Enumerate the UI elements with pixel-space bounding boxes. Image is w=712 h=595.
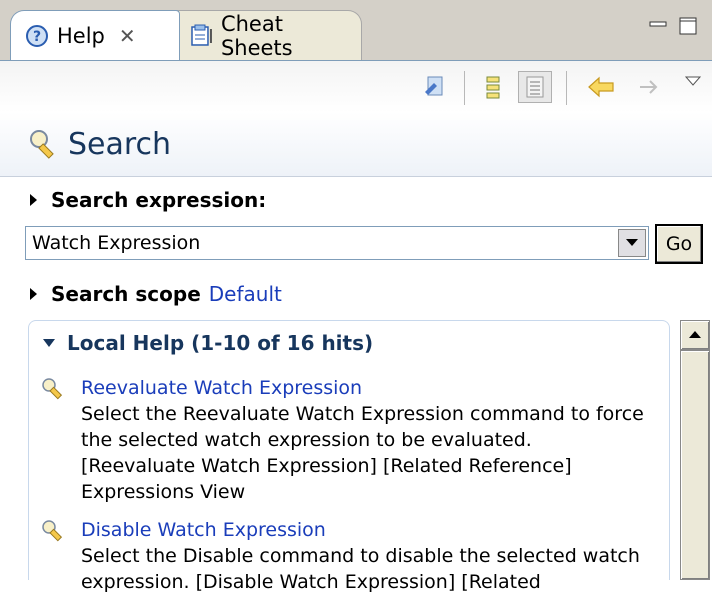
- view-tab-bar: ? Help ✕ Cheat Sheets: [0, 0, 712, 60]
- search-header: Search: [0, 112, 712, 177]
- results-panel: Local Help (1-10 of 16 hits) Reevaluate …: [28, 320, 670, 593]
- search-expression-label: Search expression:: [51, 188, 267, 212]
- search-scope-label: Search scope: [51, 282, 201, 306]
- help-toolbar: [0, 60, 712, 113]
- chevron-up-icon: [689, 331, 701, 338]
- search-input-value: Watch Expression: [32, 232, 201, 254]
- search-result-icon: [42, 520, 63, 542]
- minimize-icon[interactable]: [648, 16, 668, 36]
- show-descriptions-button[interactable]: [518, 71, 552, 103]
- tab-cheat-sheets[interactable]: Cheat Sheets: [176, 10, 362, 60]
- forward-button[interactable]: [634, 71, 668, 103]
- expand-triangle-icon: [30, 288, 37, 300]
- view-controls: [648, 16, 698, 36]
- hit-description: Select the Reevaluate Watch Expression c…: [81, 403, 644, 503]
- search-scope-link[interactable]: Default: [209, 282, 282, 306]
- toolbar-separator: [566, 71, 567, 105]
- descriptions-icon: [526, 76, 544, 98]
- view-menu-button[interactable]: [676, 65, 710, 97]
- scroll-thumb[interactable]: [680, 350, 710, 580]
- back-button[interactable]: [584, 71, 618, 103]
- view-menu-chevron-icon: [684, 76, 702, 86]
- close-icon[interactable]: ✕: [119, 24, 136, 48]
- categories-icon: [486, 76, 500, 99]
- maximize-icon[interactable]: [678, 16, 698, 36]
- tab-help[interactable]: ? Help ✕: [10, 10, 180, 60]
- results-scrollbar[interactable]: [680, 320, 710, 580]
- collapse-triangle-icon: [43, 339, 55, 347]
- hit-description: Select the Disable command to disable th…: [81, 545, 640, 593]
- results-heading[interactable]: Local Help (1-10 of 16 hits): [43, 331, 373, 355]
- list-item: Disable Watch Expression Select the Disa…: [39, 517, 649, 595]
- search-result-icon: [42, 378, 63, 400]
- show-in-contents-button[interactable]: [418, 71, 452, 103]
- page-title: Search: [68, 126, 172, 162]
- search-input[interactable]: Watch Expression: [25, 226, 649, 260]
- results-heading-label: Local Help (1-10 of 16 hits): [67, 331, 374, 355]
- scroll-up-button[interactable]: [680, 320, 710, 350]
- tab-help-label: Help: [57, 23, 105, 48]
- hit-title-link[interactable]: Reevaluate Watch Expression: [81, 375, 362, 401]
- back-arrow-icon: [588, 76, 614, 98]
- search-scope-section[interactable]: Search scope Default: [30, 282, 282, 306]
- hit-title-link[interactable]: Disable Watch Expression: [81, 517, 326, 543]
- tab-cheat-sheets-label: Cheat Sheets: [220, 11, 293, 60]
- toolbar-separator: [464, 71, 465, 105]
- show-categories-button[interactable]: [476, 71, 510, 103]
- go-button[interactable]: Go: [655, 224, 703, 264]
- forward-arrow-icon: [640, 80, 658, 94]
- search-history-dropdown-button[interactable]: [618, 229, 646, 257]
- chevron-down-icon: [626, 239, 638, 246]
- expand-triangle-icon: [30, 194, 37, 206]
- search-flashlight-icon: [30, 130, 54, 159]
- cheat-sheet-icon: [191, 24, 212, 46]
- bookmark-icon: [425, 76, 443, 96]
- list-item: Reevaluate Watch Expression Select the R…: [39, 375, 649, 505]
- svg-text:?: ?: [33, 29, 41, 45]
- search-expression-section[interactable]: Search expression:: [30, 188, 266, 212]
- help-icon: ?: [26, 24, 48, 47]
